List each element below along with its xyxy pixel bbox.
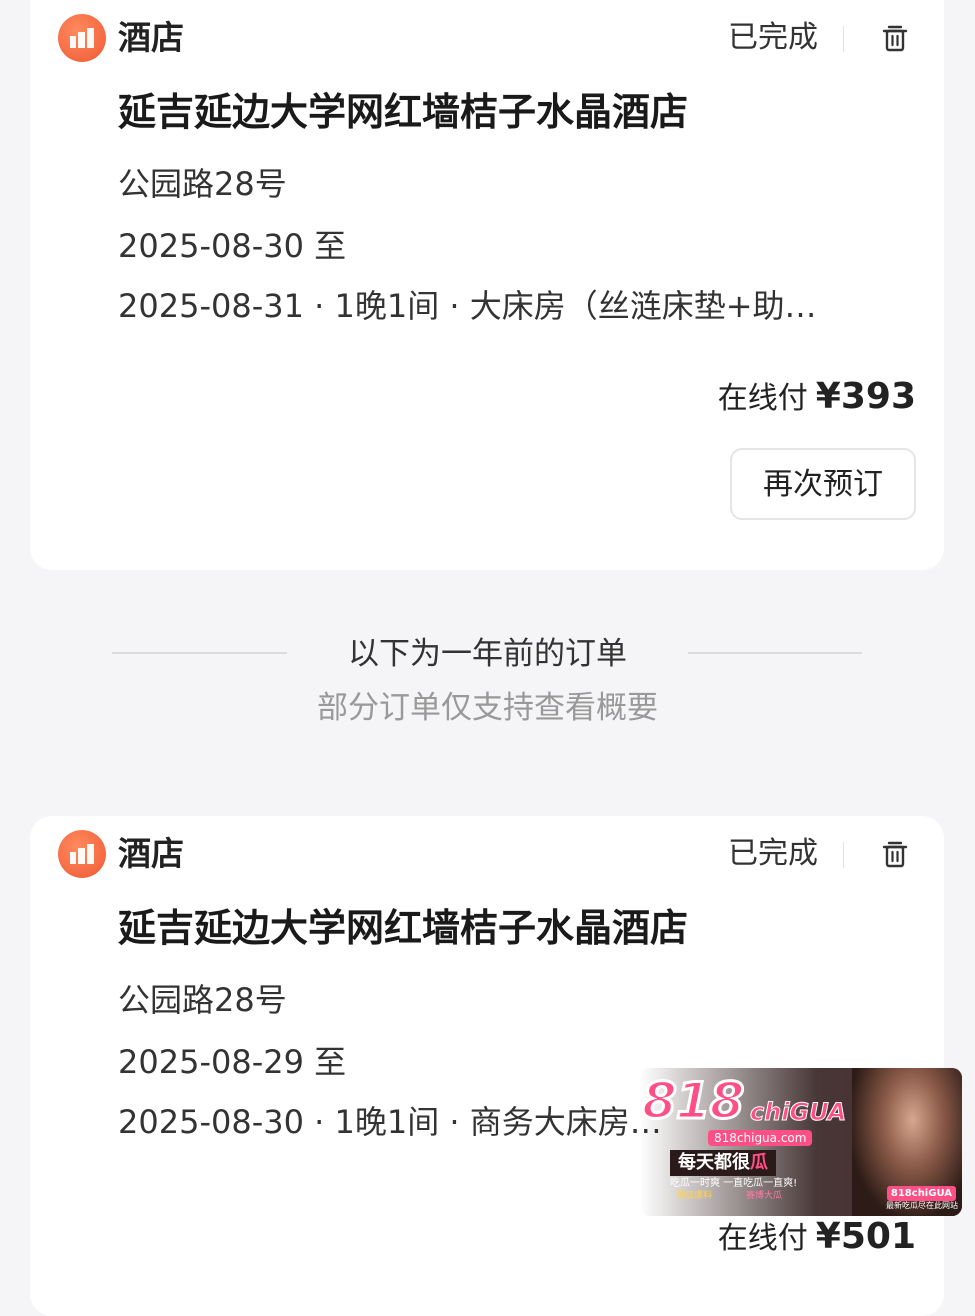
hotel-address: 公园路28号	[118, 981, 287, 1019]
stay-date-detail: 2025-08-31 · 1晚1间 · 大床房（丝涟床垫+助…	[118, 287, 817, 325]
price-line: 在线付 ¥393	[718, 372, 916, 424]
order-category: 酒店	[118, 18, 184, 57]
stay-date-start: 2025-08-29 至	[118, 1043, 347, 1081]
watermark-logo: 818	[640, 1071, 745, 1132]
price-amount: ¥393	[815, 376, 916, 417]
trash-icon[interactable]	[880, 838, 910, 870]
order-status: 已完成	[728, 20, 818, 55]
header-separator	[843, 842, 844, 868]
order-card-2[interactable]: 酒店 已完成 延吉延边大学网红墙桔子水晶酒店 公园路28号 2025-08-29…	[30, 816, 944, 1316]
order-header: 酒店 已完成	[58, 10, 916, 66]
order-category: 酒店	[118, 834, 184, 873]
price-label: 在线付	[717, 1221, 808, 1256]
watermark-slogan-highlight: 瓜	[750, 1152, 768, 1173]
rebook-button[interactable]: 再次预订	[730, 448, 916, 520]
hotel-icon	[58, 14, 106, 62]
stay-date-start: 2025-08-30 至	[118, 227, 347, 265]
watermark-tagline: 吃瓜一时爽 一直吃瓜一直爽!	[670, 1178, 798, 1189]
watermark-badge-right: 赛博大瓜	[746, 1191, 783, 1201]
watermark-url: 818chigua.com	[708, 1130, 813, 1146]
watermark-slogan-prefix: 每天都很	[678, 1152, 750, 1173]
hotel-name[interactable]: 延吉延边大学网红墙桔子水晶酒店	[118, 86, 688, 138]
price-label: 在线付	[717, 381, 808, 416]
hotel-address: 公园路28号	[118, 165, 287, 203]
order-status: 已完成	[728, 836, 818, 871]
divider-subtitle: 部分订单仅支持查看概要	[317, 690, 658, 726]
watermark-slogan: 每天都很瓜	[670, 1150, 776, 1176]
order-card-1[interactable]: 酒店 已完成 延吉延边大学网红墙桔子水晶酒店 公园路28号 2025-08-30…	[30, 0, 944, 570]
watermark-logo-sub: chiGUA	[749, 1098, 847, 1127]
header-separator	[843, 26, 844, 52]
watermark-corner-sub: 最新吃瓜尽在此网站	[886, 1201, 958, 1210]
older-orders-divider: 以下为一年前的订单 部分订单仅支持查看概要	[0, 628, 975, 738]
price-line: 在线付 ¥501	[718, 1212, 916, 1264]
watermark-overlay: 818 chiGUA 818chigua.com 每天都很瓜 吃瓜一时爽 一直吃…	[640, 1068, 962, 1216]
price-amount: ¥501	[815, 1216, 916, 1257]
watermark-corner: 818chiGUA	[886, 1186, 956, 1201]
hotel-name[interactable]: 延吉延边大学网红墙桔子水晶酒店	[118, 902, 688, 954]
divider-title: 以下为一年前的订单	[348, 636, 627, 672]
trash-icon[interactable]	[880, 22, 910, 54]
hotel-icon	[58, 830, 106, 878]
watermark-badge-left: 顶级爆料	[676, 1191, 713, 1201]
order-header: 酒店 已完成	[58, 826, 916, 882]
